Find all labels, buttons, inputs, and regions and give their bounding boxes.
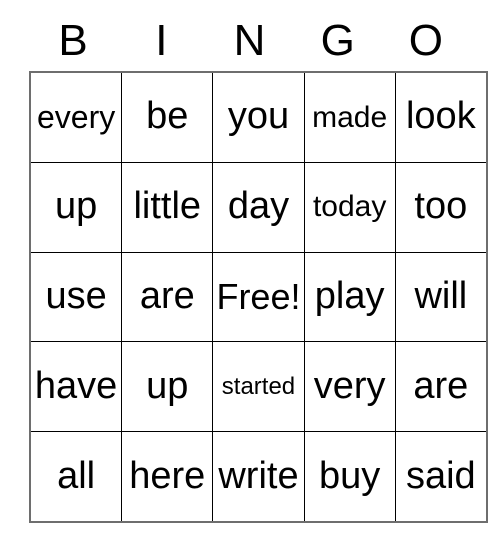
bingo-row: all here write buy said — [29, 431, 488, 523]
bingo-row: up little day today too — [29, 161, 488, 253]
bingo-cell-text: are — [139, 275, 195, 318]
bingo-cell-text: write — [218, 454, 299, 497]
bingo-cell-text: you — [227, 95, 290, 138]
bingo-cell-text: are — [413, 364, 469, 407]
bingo-cell[interactable]: here — [121, 431, 214, 523]
bingo-card: B I N G O every be you made look up litt… — [29, 0, 488, 523]
bingo-cell-text: today — [312, 190, 387, 224]
bingo-cell-text: here — [129, 454, 206, 497]
bingo-cell-text: buy — [319, 454, 381, 497]
bingo-header-letter-n: N — [233, 16, 266, 65]
bingo-cell[interactable]: be — [121, 71, 214, 163]
bingo-cell[interactable]: made — [303, 71, 396, 163]
bingo-cell-text: use — [45, 275, 107, 318]
bingo-header-row: B I N G O — [29, 0, 470, 71]
bingo-cell-text: too — [414, 185, 468, 228]
bingo-cell[interactable]: write — [212, 431, 305, 523]
bingo-cell-text: up — [54, 185, 98, 228]
bingo-cell[interactable]: up — [29, 161, 123, 253]
bingo-header-letter-b: B — [58, 16, 88, 65]
bingo-cell-text: every — [36, 98, 116, 135]
bingo-cell[interactable]: all — [29, 431, 123, 523]
bingo-cell-text: made — [312, 100, 388, 134]
bingo-free-space-cell[interactable]: Free! — [212, 251, 305, 343]
bingo-cell[interactable]: today — [303, 161, 396, 253]
bingo-cell[interactable]: you — [212, 71, 305, 163]
bingo-grid: every be you made look up little day tod… — [29, 71, 488, 523]
bingo-cell-text: started — [221, 373, 296, 401]
bingo-cell-text: very — [313, 364, 386, 407]
bingo-cell[interactable]: every — [29, 71, 123, 163]
bingo-cell[interactable]: look — [394, 71, 488, 163]
bingo-cell-text: day — [227, 185, 290, 228]
bingo-cell-text: little — [133, 185, 202, 228]
bingo-cell-text: said — [405, 454, 476, 497]
bingo-cell[interactable]: are — [121, 251, 214, 343]
bingo-cell[interactable]: will — [394, 251, 488, 343]
bingo-cell-text: will — [414, 275, 468, 318]
bingo-cell[interactable]: play — [303, 251, 396, 343]
bingo-cell-text: up — [146, 364, 189, 407]
bingo-cell-text: all — [57, 454, 96, 497]
bingo-cell[interactable]: started — [212, 341, 305, 433]
bingo-cell[interactable]: up — [121, 341, 214, 433]
bingo-cell[interactable]: buy — [303, 431, 396, 523]
bingo-cell[interactable]: little — [121, 161, 214, 253]
bingo-free-space-text: Free! — [216, 276, 301, 318]
bingo-cell[interactable]: use — [29, 251, 123, 343]
bingo-cell-text: look — [405, 95, 476, 138]
bingo-cell[interactable]: very — [303, 341, 396, 433]
bingo-cell-text: have — [34, 364, 118, 407]
bingo-cell[interactable]: day — [212, 161, 305, 253]
bingo-cell[interactable]: too — [394, 161, 488, 253]
bingo-cell-text: be — [146, 95, 189, 138]
bingo-row: use are Free! play will — [29, 251, 488, 343]
bingo-cell[interactable]: are — [394, 341, 488, 433]
bingo-cell[interactable]: said — [394, 431, 488, 523]
bingo-row: have up started very are — [29, 341, 488, 433]
bingo-cell[interactable]: have — [29, 341, 123, 433]
bingo-header-letter-i: I — [155, 16, 168, 65]
bingo-row: every be you made look — [29, 71, 488, 163]
bingo-header-letter-g: G — [320, 16, 355, 65]
bingo-header-letter-o: O — [408, 16, 444, 65]
bingo-cell-text: play — [314, 275, 385, 318]
